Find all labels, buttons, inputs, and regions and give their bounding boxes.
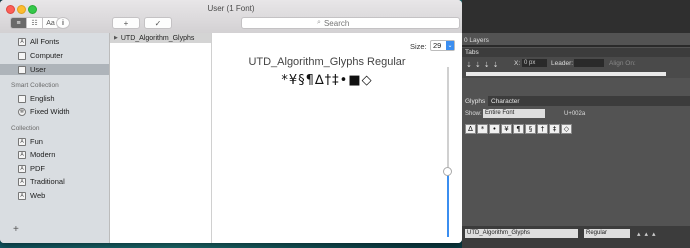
- sidebar-item-modern[interactable]: A Modern: [0, 149, 109, 160]
- window-title: User (1 Font): [207, 4, 255, 13]
- english-icon: [18, 94, 26, 103]
- divider: [462, 45, 690, 47]
- leader-label: Leader:: [551, 60, 574, 67]
- glyph-grid: ∆ * • ¥ ¶ § † ‡ ◇: [465, 124, 572, 134]
- collection-icon: A: [18, 164, 26, 173]
- size-label: Size:: [410, 42, 427, 51]
- leader-field[interactable]: [574, 59, 604, 67]
- glyph-cell[interactable]: ¥: [501, 124, 512, 134]
- layers-count: 0 Layers: [464, 37, 489, 44]
- user-fonts-icon: [18, 65, 26, 74]
- tab-character[interactable]: Character: [488, 96, 523, 106]
- sidebar-item-label: User: [30, 65, 46, 74]
- titlebar: User (1 Font) ≡ ☷ Aa i + ✓ ⌕: [0, 0, 462, 34]
- family-name: UTD_Algorithm_Glyphs: [120, 34, 195, 42]
- sidebar: A All Fonts Computer User Smart Collecti…: [0, 33, 110, 243]
- sidebar-item-web[interactable]: A Web: [0, 190, 109, 201]
- search-field[interactable]: ⌕: [241, 17, 460, 29]
- sidebar-item-fun[interactable]: A Fun: [0, 136, 109, 147]
- font-style-select[interactable]: Regular: [584, 229, 630, 238]
- glyph-cell[interactable]: ∆: [465, 124, 476, 134]
- collection-header: Collection: [11, 125, 40, 132]
- collection-icon: A: [18, 150, 26, 159]
- info-icon: i: [62, 19, 64, 27]
- tabs-panel: ⇣⇣⇣⇣ X: 0 px Leader: Align On:: [462, 57, 690, 78]
- sidebar-item-label: Fun: [30, 137, 43, 146]
- glyph-cell[interactable]: *: [477, 124, 488, 134]
- font-family-select[interactable]: UTD_Algorithm_Glyphs: [465, 229, 578, 238]
- info-button[interactable]: i: [56, 17, 70, 29]
- sidebar-item-user[interactable]: User: [0, 64, 109, 75]
- sample-view-button[interactable]: ≡: [11, 18, 27, 28]
- glyph-cell[interactable]: ¶: [513, 124, 524, 134]
- size-value: 29: [433, 41, 442, 50]
- collection-icon: A: [18, 177, 26, 186]
- sidebar-item-label: Modern: [30, 150, 56, 159]
- sidebar-item-label: Fixed Width: [30, 107, 70, 116]
- font-book-window: User (1 Font) ≡ ☷ Aa i + ✓ ⌕ A All Fonts…: [0, 0, 462, 243]
- size-slider-fill: [447, 171, 449, 237]
- computer-icon: [18, 51, 26, 60]
- sidebar-item-fixed-width[interactable]: ✻ Fixed Width: [0, 106, 109, 117]
- repertoire-view-button[interactable]: ☷: [27, 18, 43, 28]
- font-title: UTD_Algorithm_Glyphs Regular: [248, 56, 406, 68]
- sidebar-item-english[interactable]: English: [0, 93, 109, 104]
- tab-ruler[interactable]: [466, 72, 666, 76]
- sidebar-item-label: PDF: [30, 164, 45, 173]
- adobe-panel-area: 0 Layers Tabs ⇣⇣⇣⇣ X: 0 px Leader: Align…: [462, 0, 690, 248]
- search-icon: ⌕: [317, 19, 321, 26]
- font-preview-pane: Size: 29 ⌄ UTD_Algorithm_Glyphs Regular …: [212, 33, 462, 243]
- zoom-icons[interactable]: ▴▴▴: [637, 230, 660, 238]
- unicode-readout: U+002a: [564, 111, 586, 117]
- glyph-cell[interactable]: §: [525, 124, 536, 134]
- glyph-cell[interactable]: †: [537, 124, 548, 134]
- list-item[interactable]: ▶ UTD_Algorithm_Glyphs: [110, 33, 211, 43]
- tab-glyphs[interactable]: Glyphs: [462, 96, 489, 106]
- add-collection-button[interactable]: +: [13, 224, 19, 235]
- tabs-panel-title: Tabs: [465, 49, 479, 56]
- size-select[interactable]: 29 ⌄: [430, 40, 455, 51]
- tabs-panel-header: Tabs: [462, 48, 690, 57]
- glyph-cell[interactable]: ‡: [549, 124, 560, 134]
- show-label: Show:: [465, 111, 482, 117]
- smart-collection-header: Smart Collection: [11, 82, 59, 89]
- top-strip: [462, 0, 690, 33]
- tab-stop-icons[interactable]: ⇣⇣⇣⇣: [466, 61, 501, 69]
- align-on-label: Align On:: [609, 60, 636, 67]
- disclosure-triangle-icon[interactable]: ▶: [114, 35, 118, 41]
- search-input[interactable]: [323, 18, 384, 28]
- font-library-icon: A: [18, 37, 26, 46]
- collection-icon: A: [18, 137, 26, 146]
- sidebar-item-computer[interactable]: Computer: [0, 50, 109, 61]
- sidebar-item-all-fonts[interactable]: A All Fonts: [0, 36, 109, 47]
- font-family-list: ▶ UTD_Algorithm_Glyphs: [110, 33, 212, 243]
- glyphs-panel-header: Glyphs Character: [462, 96, 690, 106]
- sidebar-item-label: Traditional: [30, 177, 65, 186]
- glyph-cell[interactable]: ◇: [561, 124, 572, 134]
- sidebar-item-pdf[interactable]: A PDF: [0, 163, 109, 174]
- size-slider-knob[interactable]: [443, 167, 452, 176]
- add-font-button[interactable]: +: [112, 17, 140, 29]
- view-segmented-control: ≡ ☷ Aa: [10, 17, 59, 29]
- x-label: X:: [514, 60, 521, 67]
- chevron-down-icon: ⌄: [446, 41, 454, 50]
- glyph-cell[interactable]: •: [489, 124, 500, 134]
- sidebar-item-traditional[interactable]: A Traditional: [0, 176, 109, 187]
- validate-font-button[interactable]: ✓: [144, 17, 172, 29]
- sidebar-item-label: English: [30, 94, 55, 103]
- sidebar-item-label: Computer: [30, 51, 63, 60]
- sidebar-item-label: Web: [30, 191, 46, 200]
- x-position-field[interactable]: 0 px: [522, 59, 547, 67]
- collection-icon: A: [18, 191, 26, 200]
- sidebar-item-label: All Fonts: [30, 37, 60, 46]
- show-select[interactable]: Entire Font: [483, 109, 545, 118]
- gear-icon: ✻: [18, 107, 26, 116]
- glyph-sample: *¥§¶∆†‡•■◇: [281, 73, 373, 88]
